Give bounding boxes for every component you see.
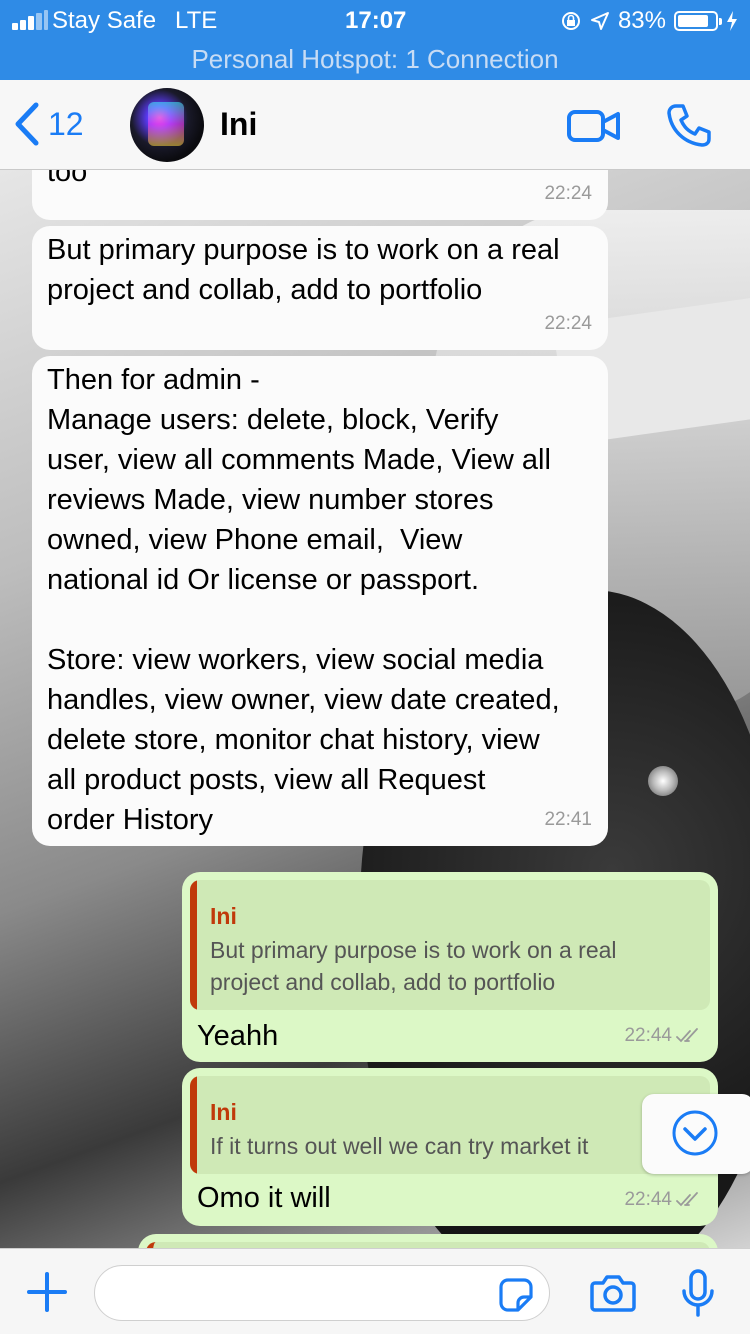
- sticker-button[interactable]: [498, 1277, 534, 1318]
- contact-avatar[interactable]: [130, 88, 204, 162]
- wallpaper-earring: [648, 766, 678, 796]
- message-text: But primary purpose is to work on a real…: [47, 234, 560, 306]
- battery-percent: 83%: [617, 7, 666, 34]
- quote-author: Ini: [210, 903, 237, 929]
- message-time: 22:41: [544, 809, 592, 830]
- rotation-lock-icon: [561, 12, 580, 30]
- charging-icon: [727, 11, 737, 31]
- carrier-name: Stay Safe: [52, 7, 157, 34]
- chat-header: 12 Ini: [0, 80, 750, 170]
- chevron-down-circle-icon: [672, 1110, 718, 1156]
- message-text: Then for admin - Manage users: delete, b…: [47, 364, 560, 836]
- quoted-message[interactable]: Ini But primary purpose is to work on a …: [190, 880, 710, 1010]
- quoted-message[interactable]: Ini If it turns out well we can try mark…: [190, 1076, 710, 1174]
- quote-text: But primary purpose is to work on a real…: [210, 937, 617, 995]
- camera-button[interactable]: [590, 1273, 636, 1318]
- microphone-icon: [682, 1269, 714, 1317]
- battery-icon: [674, 11, 722, 31]
- quote-author: Ini: [210, 1099, 237, 1125]
- sticker-icon: [499, 1278, 533, 1312]
- message-time: 22:24: [544, 183, 592, 204]
- unread-count: 12: [48, 105, 84, 142]
- message-bubble-incoming[interactable]: too 22:24: [32, 170, 608, 220]
- message-bubble-outgoing[interactable]: Ini If it turns out well we can try mark…: [182, 1068, 718, 1226]
- plus-icon: [27, 1272, 67, 1312]
- message-time: 22:44: [624, 1180, 702, 1220]
- message-bubble-incoming[interactable]: But primary purpose is to work on a real…: [32, 226, 608, 350]
- message-time: 22:24: [544, 313, 592, 334]
- back-button[interactable]: 12: [14, 102, 84, 146]
- signal-strength-icon: [12, 10, 48, 30]
- phone-icon: [667, 104, 711, 147]
- compose-bar: [0, 1248, 750, 1334]
- message-text: too: [47, 170, 88, 188]
- message-list[interactable]: too 22:24 But primary purpose is to work…: [0, 170, 750, 1248]
- double-check-icon: [676, 1028, 698, 1043]
- chevron-left-icon: [15, 102, 39, 146]
- double-check-icon: [676, 1192, 698, 1207]
- message-input[interactable]: [94, 1265, 550, 1321]
- hotspot-banner[interactable]: Personal Hotspot: 1 Connection: [0, 44, 750, 75]
- camera-icon: [590, 1275, 636, 1312]
- scroll-to-bottom-button[interactable]: [642, 1094, 750, 1174]
- message-text: Omo it will: [197, 1182, 331, 1214]
- message-bubble-outgoing[interactable]: [138, 1234, 718, 1248]
- status-bar: Stay Safe LTE 17:07 83% Personal Hotspot…: [0, 0, 750, 80]
- network-type: LTE: [175, 7, 218, 34]
- message-text: Yeahh: [197, 1020, 279, 1052]
- message-bubble-incoming[interactable]: Then for admin - Manage users: delete, b…: [32, 356, 608, 846]
- message-time: 22:44: [624, 1016, 702, 1056]
- video-camera-icon: [567, 110, 620, 142]
- microphone-button[interactable]: [680, 1269, 716, 1322]
- voice-call-button[interactable]: [666, 102, 712, 153]
- quote-text: If it turns out well we can try market i…: [210, 1133, 589, 1159]
- video-call-button[interactable]: [566, 106, 622, 151]
- status-time: 17:07: [345, 7, 407, 34]
- message-bubble-outgoing[interactable]: Ini But primary purpose is to work on a …: [182, 872, 718, 1062]
- contact-name[interactable]: Ini: [220, 106, 257, 143]
- location-icon: [590, 12, 609, 30]
- attach-button[interactable]: [26, 1271, 68, 1318]
